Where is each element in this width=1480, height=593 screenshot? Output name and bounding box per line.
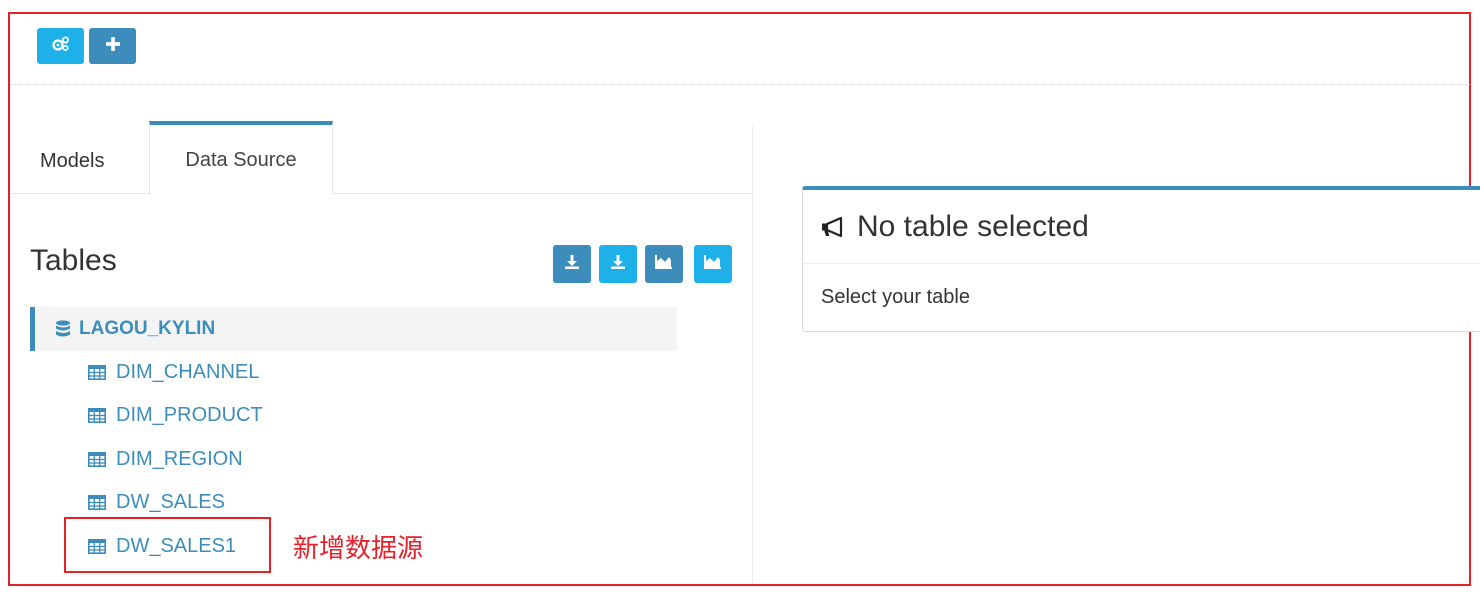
database-item[interactable]: LAGOU_KYLIN: [30, 307, 677, 351]
table-icon: [88, 452, 106, 467]
table-icon: [88, 365, 106, 380]
database-name: LAGOU_KYLIN: [79, 318, 216, 339]
table-name: DIM_CHANNEL: [116, 361, 260, 383]
table-name: DIM_REGION: [116, 448, 243, 470]
column-divider: [752, 126, 753, 584]
tab-data-source[interactable]: Data Source: [149, 121, 333, 195]
table-name: DIM_PRODUCT: [116, 404, 263, 426]
add-button[interactable]: [89, 28, 136, 64]
plus-icon: [105, 36, 120, 56]
table-item[interactable]: DW_SALES: [88, 491, 225, 514]
download-icon: [564, 254, 580, 275]
table-item[interactable]: DIM_PRODUCT: [88, 404, 263, 427]
gears-icon: [51, 36, 70, 57]
panel-header: No table selected: [803, 190, 1480, 264]
tab-data-source-label: Data Source: [185, 149, 297, 171]
highlight-box: [64, 517, 271, 573]
load-table-tree-button[interactable]: [599, 245, 637, 283]
table-item[interactable]: DIM_CHANNEL: [88, 361, 259, 384]
table-item[interactable]: DIM_REGION: [88, 448, 243, 471]
stream-table-button[interactable]: [645, 245, 683, 283]
tables-heading: Tables: [30, 244, 117, 277]
table-icon: [88, 408, 106, 423]
area-chart-icon: [704, 254, 722, 274]
table-icon: [88, 495, 106, 510]
area-chart-icon: [655, 254, 673, 274]
gears-button[interactable]: [37, 28, 84, 64]
tab-bar: [10, 193, 752, 194]
bullhorn-icon: [821, 216, 845, 237]
load-table-button[interactable]: [553, 245, 591, 283]
table-detail-panel: No table selected Select your table: [802, 186, 1480, 332]
database-icon: [55, 320, 71, 338]
panel-message: Select your table: [821, 286, 970, 308]
panel-title: No table selected: [857, 209, 1089, 243]
annotation-label: 新增数据源: [293, 534, 424, 564]
toolbar-divider: [10, 84, 1470, 85]
tab-models[interactable]: Models: [40, 150, 104, 173]
download-icon: [610, 254, 626, 275]
table-name: DW_SALES: [116, 491, 225, 513]
kafka-setting-button[interactable]: [694, 245, 732, 283]
